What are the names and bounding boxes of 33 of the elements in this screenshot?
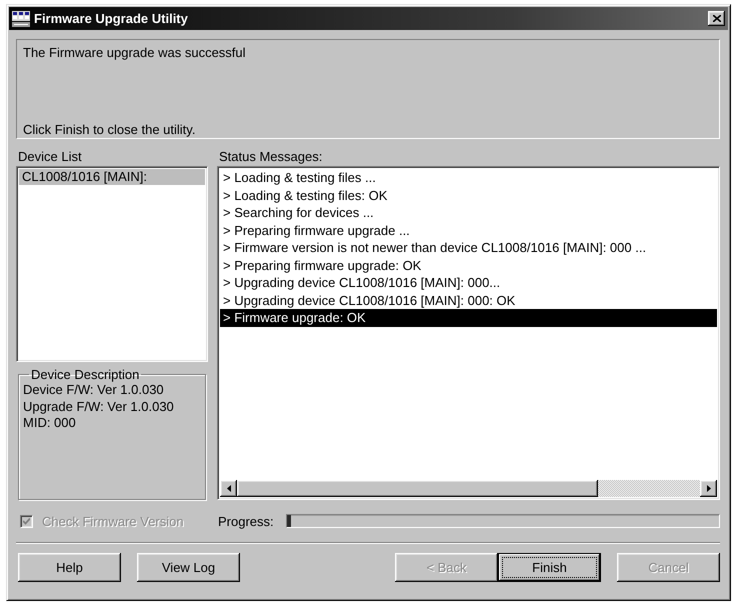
status-message[interactable]: > Preparing firmware upgrade ...: [220, 222, 717, 239]
status-message[interactable]: > Firmware upgrade: OK: [220, 309, 717, 326]
dialog-button[interactable]: View Log: [137, 553, 240, 582]
device-item[interactable]: CL1008/1016 [MAIN]:: [19, 169, 205, 185]
dialog-button[interactable]: Help: [18, 553, 121, 582]
status-message[interactable]: > Loading & testing files: OK: [220, 186, 717, 204]
checkbox-label: Check Firmware Version: [42, 514, 184, 528]
section-label: Device List: [18, 149, 83, 164]
right-triangle-icon: [706, 485, 710, 492]
scroll-right-button[interactable]: [700, 480, 717, 497]
message-text: The Firmware upgrade was successful: [23, 45, 246, 60]
group-title: Device Description: [30, 367, 140, 382]
dialog-button[interactable]: Finish: [498, 553, 601, 582]
section-label: Status Messages:: [219, 149, 322, 164]
left-triangle-icon: [226, 485, 230, 492]
scroll-left-button[interactable]: [220, 480, 237, 497]
progress-label: Progress:: [218, 514, 274, 528]
check-icon: [23, 518, 30, 524]
close-button[interactable]: [708, 11, 725, 26]
instruction-text: Click Finish to close the utility.: [23, 122, 196, 137]
status-message[interactable]: > Firmware version is not newer than device CL1008/1016 [MAIN]: 000 ...: [220, 239, 717, 256]
device-info-text: MID: 000: [23, 415, 77, 432]
close-icon: [712, 15, 720, 22]
status-message[interactable]: > Upgrading device CL1008/1016 [MAIN]: 000...: [220, 274, 717, 292]
status-message[interactable]: > Searching for devices ...: [220, 204, 717, 222]
status-message[interactable]: > Loading & testing files ...: [220, 169, 717, 186]
app-icon: [12, 10, 30, 26]
status-message[interactable]: > Upgrading device CL1008/1016 [MAIN]: 000: OK: [220, 292, 717, 309]
device-info-text: Upgrade F/W: Ver 1.0.030: [23, 398, 175, 415]
device-info-text: Device F/W: Ver 1.0.030: [23, 382, 165, 398]
status-message[interactable]: > Preparing firmware upgrade: OK: [220, 256, 717, 274]
scrollbar-thumb[interactable]: [237, 480, 598, 497]
window-title: Firmware Upgrade Utility: [34, 11, 188, 26]
